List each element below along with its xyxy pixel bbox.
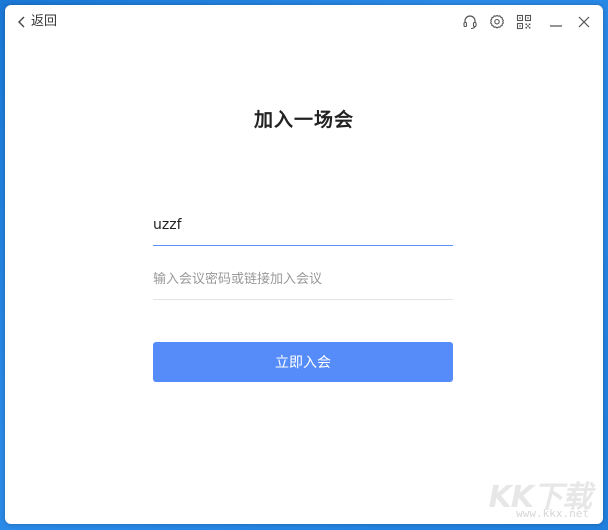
headset-icon[interactable]	[461, 13, 479, 31]
watermark-url: www.kkx.net	[516, 507, 589, 520]
name-field[interactable]	[153, 205, 453, 246]
password-field[interactable]	[153, 259, 453, 300]
qr-code-icon[interactable]	[515, 13, 533, 31]
name-input[interactable]	[153, 205, 453, 245]
title-bar: 返回	[5, 5, 603, 39]
meeting-code-input[interactable]	[153, 259, 453, 299]
back-button[interactable]: 返回	[17, 13, 57, 31]
minimize-icon[interactable]	[547, 13, 565, 31]
window-controls	[452, 13, 593, 31]
close-icon[interactable]	[575, 13, 593, 31]
app-window: 返回 加入一场会 uzzf 输入会议密码或链接加入会议 立即入会 KK下载 ww…	[5, 5, 603, 524]
gear-icon[interactable]	[488, 13, 506, 31]
page-title: 加入一场会	[253, 109, 354, 131]
join-meeting-button[interactable]: 立即入会	[153, 342, 453, 382]
watermark: KK下载 www.kkx.net	[471, 472, 592, 520]
chevron-left-icon	[17, 15, 27, 29]
back-label: 返回	[31, 14, 58, 29]
